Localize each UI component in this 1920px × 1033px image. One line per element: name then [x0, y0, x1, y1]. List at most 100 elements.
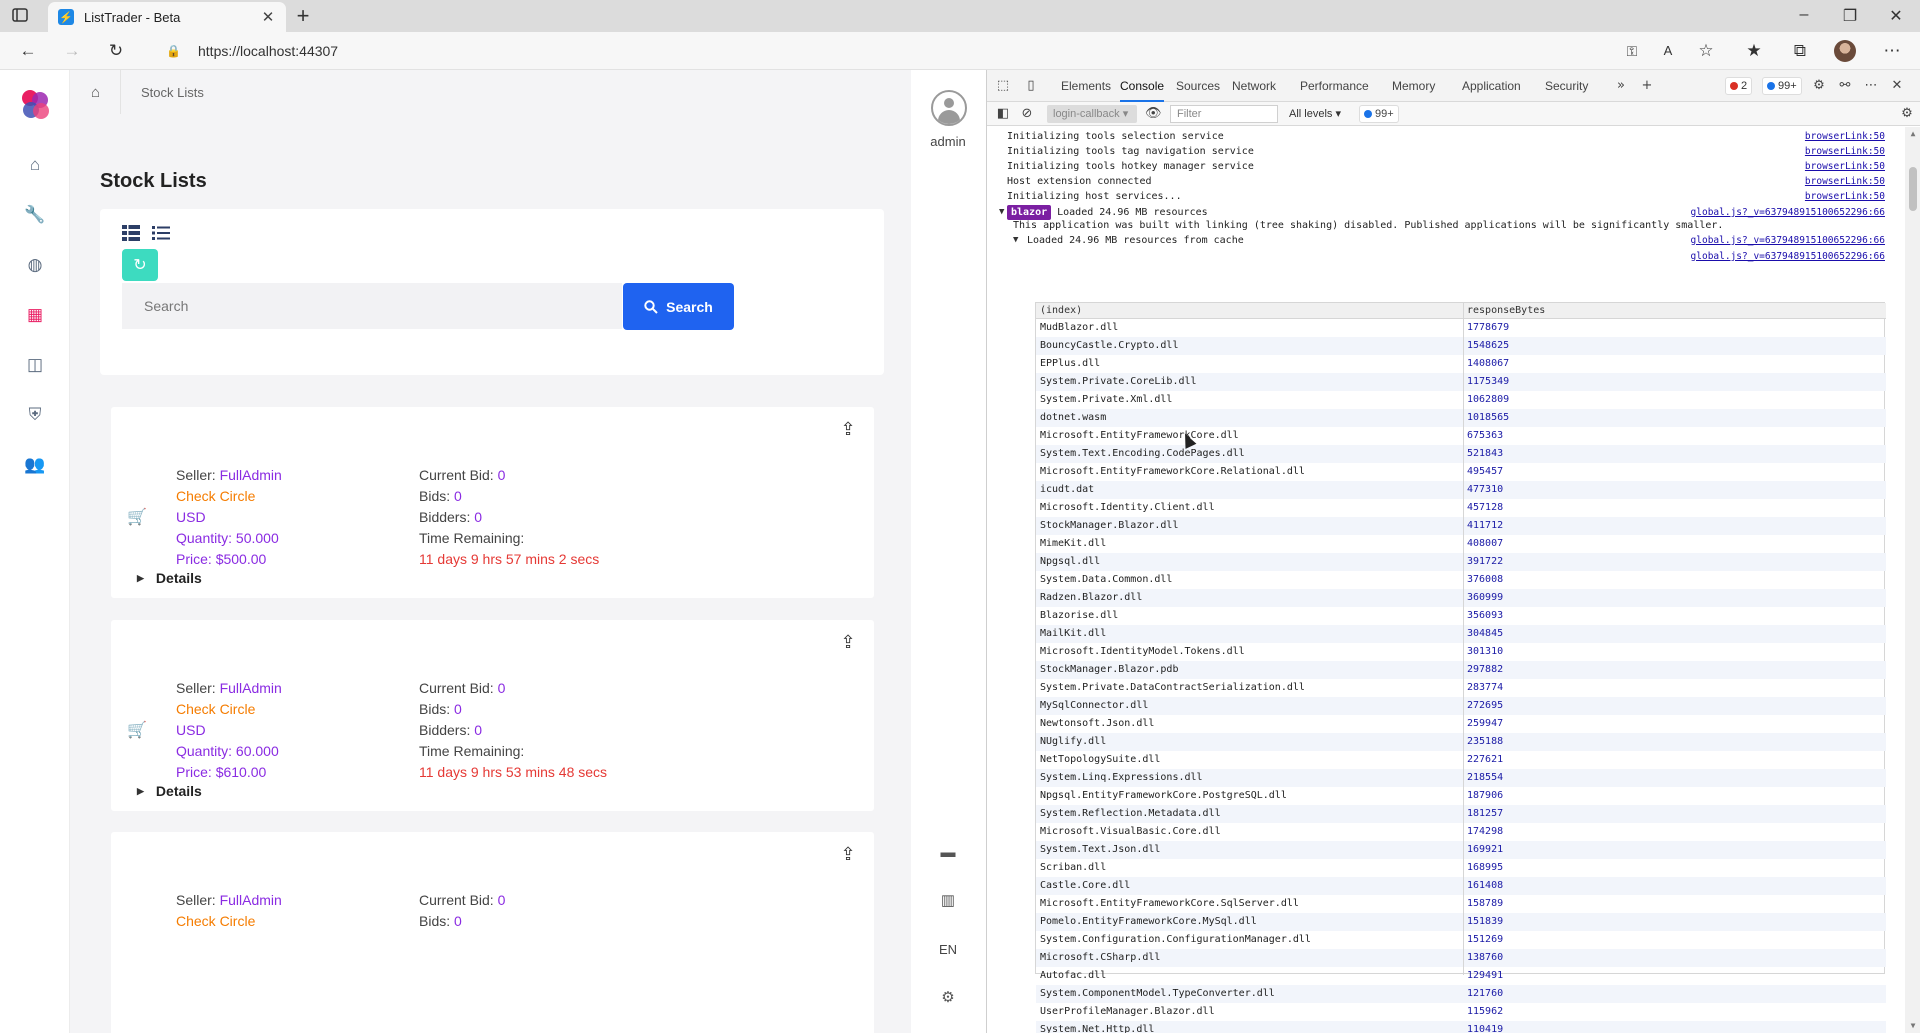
scroll-up-icon[interactable]: ▲ — [1908, 129, 1918, 138]
log-source-link[interactable]: global.js?_v=637948915100652296:66 — [1691, 249, 1885, 264]
eye-icon[interactable]: 👁 — [1145, 106, 1162, 122]
home-icon[interactable]: ⌂ — [71, 70, 121, 114]
more-options-icon[interactable]: ⋯ — [1863, 78, 1879, 94]
details-toggle[interactable]: ▶ Details — [137, 783, 202, 799]
close-devtools-icon[interactable]: ✕ — [1889, 78, 1905, 94]
connect-icon[interactable]: ⚯ — [1837, 78, 1853, 94]
refresh-button[interactable]: ↻ — [122, 249, 158, 281]
table-row: Microsoft.EntityFrameworkCore.Relational… — [1036, 463, 1886, 481]
new-tab-button[interactable]: + — [292, 5, 314, 28]
grid-view-icon[interactable] — [122, 225, 140, 241]
console-filter-input[interactable] — [1170, 105, 1278, 123]
response-bytes: 138760 — [1467, 952, 1504, 963]
address-bar[interactable]: 🔒 https://localhost:44307 — [146, 36, 1686, 66]
back-arrow-icon[interactable]: ← — [18, 41, 38, 61]
forward-arrow-icon[interactable]: → — [62, 41, 82, 61]
tab-network[interactable]: Network — [1232, 79, 1276, 93]
language-selector[interactable]: EN — [911, 942, 985, 957]
browser-tab[interactable]: ⚡ ListTrader - Beta ✕ — [48, 2, 286, 32]
columns-icon[interactable]: ▥ — [937, 890, 959, 912]
resource-name: Pomelo.EntityFrameworkCore.MySql.dll — [1040, 916, 1257, 927]
caret-down-icon[interactable]: ▼ — [1013, 235, 1018, 245]
share-icon[interactable]: ⇪ — [836, 419, 860, 441]
read-aloud-icon[interactable]: A — [1658, 41, 1678, 61]
list-view-icon[interactable] — [152, 225, 170, 241]
scroll-thumb[interactable] — [1909, 167, 1917, 211]
share-icon[interactable]: ⇪ — [836, 844, 860, 866]
inspect-icon[interactable]: ⬚ — [995, 78, 1011, 94]
store-icon[interactable]: ▦ — [24, 304, 46, 326]
response-bytes: 151269 — [1467, 934, 1504, 945]
tab-performance[interactable]: Performance — [1300, 79, 1369, 93]
header-index[interactable]: (index) — [1040, 305, 1082, 316]
restore-icon[interactable]: ❐ — [1840, 6, 1860, 26]
favorite-add-icon[interactable]: ☆ — [1696, 41, 1716, 61]
resource-name: System.Text.Encoding.CodePages.dll — [1040, 448, 1245, 459]
laptop-icon[interactable]: ▬ — [937, 842, 959, 864]
user-avatar[interactable] — [931, 90, 967, 126]
resource-name: Castle.Core.dll — [1040, 880, 1131, 891]
table-row: Newtonsoft.Json.dll 259947 — [1036, 715, 1886, 733]
browser-toolbar: ← → ↻ 🔒 https://localhost:44307 ⚿ A ☆ ★ … — [0, 32, 1920, 70]
clear-console-icon[interactable]: ⊘ — [1019, 106, 1035, 122]
users-icon[interactable]: 👥 — [24, 454, 46, 476]
info-count-badge[interactable]: 99+ — [1762, 77, 1802, 95]
more-icon[interactable]: ⋯ — [1882, 41, 1902, 61]
layers-icon[interactable]: ◫ — [24, 354, 46, 376]
settings-icon[interactable]: ⚙ — [1811, 78, 1827, 94]
log-source-link[interactable]: browserLink:50 — [1805, 189, 1885, 204]
details-toggle[interactable]: ▶ Details — [137, 570, 202, 586]
wrench-icon[interactable]: 🔧 — [24, 204, 46, 226]
log-source-link[interactable]: browserLink:50 — [1805, 174, 1885, 189]
right-rail: admin ▬ ▥ EN ⚙ — [911, 70, 985, 1033]
close-icon[interactable]: ✕ — [260, 9, 276, 26]
error-count-badge[interactable]: 2 — [1725, 77, 1753, 95]
log-source-link[interactable]: browserLink:50 — [1805, 159, 1885, 174]
home-icon[interactable]: ⌂ — [24, 154, 46, 176]
device-icon[interactable]: ▯ — [1023, 78, 1039, 94]
tab-sources[interactable]: Sources — [1176, 79, 1220, 93]
header-response-bytes[interactable]: responseBytes — [1467, 305, 1545, 316]
price-label: Price: — [176, 551, 212, 567]
left-nav: ⌂ 🔧 ◍ ▦ ◫ ⛨ 👥 — [0, 70, 70, 1033]
tab-actions-icon[interactable] — [12, 7, 32, 25]
log-source-link[interactable]: browserLink:50 — [1805, 144, 1885, 159]
resource-name: System.Linq.Expressions.dll — [1040, 772, 1203, 783]
shield-icon[interactable]: ⛨ — [24, 404, 46, 426]
globe-icon[interactable]: ◍ — [24, 254, 46, 276]
response-bytes: 521843 — [1467, 448, 1504, 459]
caret-down-icon[interactable]: ▼ — [999, 207, 1004, 217]
table-row: System.Reflection.Metadata.dll 181257 — [1036, 805, 1886, 823]
share-icon[interactable]: ⇪ — [836, 632, 860, 654]
tab-security[interactable]: Security — [1545, 79, 1588, 93]
scroll-down-icon[interactable]: ▼ — [1908, 1021, 1918, 1030]
tab-elements[interactable]: Elements — [1061, 79, 1111, 93]
tab-application[interactable]: Application — [1462, 79, 1521, 93]
console-settings-icon[interactable]: ⚙ — [1899, 106, 1915, 122]
search-button[interactable]: Search — [623, 283, 734, 330]
add-tab-icon[interactable]: + — [1639, 78, 1655, 94]
refresh-icon[interactable]: ↻ — [106, 41, 126, 61]
favorites-icon[interactable]: ★ — [1744, 41, 1764, 61]
search-input[interactable] — [122, 283, 622, 329]
log-source-link[interactable]: browserLink:50 — [1805, 129, 1885, 144]
tab-memory[interactable]: Memory — [1392, 79, 1435, 93]
collections-icon[interactable]: ⧉ — [1790, 41, 1810, 61]
window-close-icon[interactable]: ✕ — [1886, 6, 1906, 26]
profile-avatar[interactable] — [1834, 40, 1856, 62]
sidebar-toggle-icon[interactable]: ◧ — [995, 106, 1011, 122]
filterbar-message-badge[interactable]: 99+ — [1359, 105, 1399, 123]
bid-info: Current Bid: 0 Bids: 0 Bidders: 0 Time R… — [419, 465, 599, 570]
gear-icon[interactable]: ⚙ — [937, 987, 959, 1009]
key-icon[interactable]: ⚿ — [1622, 41, 1642, 61]
tab-console[interactable]: Console — [1120, 79, 1165, 102]
console-scrollbar[interactable]: ▲ ▼ — [1905, 127, 1920, 1033]
more-tabs-icon[interactable]: » — [1613, 78, 1629, 94]
response-bytes: 235188 — [1467, 736, 1504, 747]
time-remaining-value: 11 days 9 hrs 57 mins 2 secs — [419, 551, 600, 567]
log-source-link[interactable]: global.js?_v=637948915100652296:66 — [1691, 233, 1885, 248]
levels-select[interactable]: All levels ▾ — [1289, 107, 1341, 120]
context-select[interactable]: login-callback ▾ — [1047, 105, 1137, 123]
response-bytes: 218554 — [1467, 772, 1504, 783]
minimize-icon[interactable]: – — [1794, 6, 1814, 24]
